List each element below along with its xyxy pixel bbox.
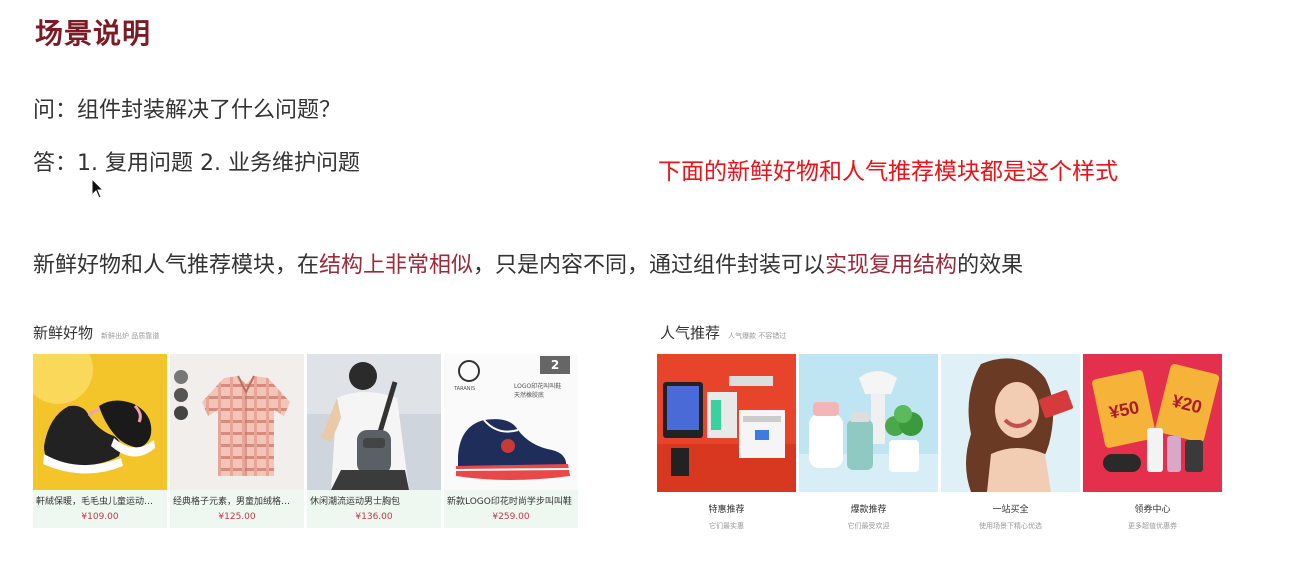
sneaker-image[interactable] bbox=[33, 354, 167, 490]
question-text: 问：组件封装解决了什么问题？ bbox=[33, 98, 342, 123]
popular-panel: 人气推荐 人气爆款 不容错过 特惠推荐 它们最实惠 爆款推荐 它们最受欢迎 一站… bbox=[657, 316, 1227, 536]
goods-price: ¥136.00 bbox=[355, 512, 393, 522]
description-text: 新鲜好物和人气推荐模块，在结构上非常相似，只是内容不同，通过组件封装可以实现复用… bbox=[33, 247, 1023, 279]
mouse-cursor-icon bbox=[91, 178, 105, 199]
shoe-badge: 2 bbox=[540, 356, 570, 374]
recommend-desc: 它们最受欢迎 bbox=[847, 522, 890, 530]
recommend-name: 领券中心 bbox=[1134, 505, 1171, 515]
recommend-card[interactable]: 一站买全 使用场景下精心优选 bbox=[941, 354, 1080, 531]
recommend-card[interactable]: 特惠推荐 它们最实惠 bbox=[657, 354, 796, 531]
goods-price: ¥109.00 bbox=[81, 512, 119, 522]
goods-name: 休闲潮流运动男士胸包 bbox=[310, 497, 401, 507]
goods-price: ¥259.00 bbox=[492, 512, 530, 522]
shoe-brand: TARANIS bbox=[454, 386, 476, 392]
recommend-name: 特惠推荐 bbox=[708, 505, 745, 515]
recommend-desc: 更多超值优惠券 bbox=[1128, 522, 1177, 530]
goods-card[interactable]: 2 TARANIS LOGO印花叫叫鞋 天然橡胶底 新款LOGO印花时尚学步叫叫… bbox=[444, 354, 578, 528]
goods-card[interactable]: 经典格子元素，男童加绒格… ¥125.00 bbox=[170, 354, 304, 528]
recommend-card[interactable]: 爆款推荐 它们最受欢迎 bbox=[799, 354, 938, 531]
toddler-shoe-image[interactable]: 2 TARANIS LOGO印花叫叫鞋 天然橡胶底 bbox=[444, 354, 578, 490]
desc-highlight-structure: 结构上非常相似 bbox=[319, 253, 474, 278]
goods-card[interactable]: 軒絨保暖，毛毛虫儿童运动… ¥109.00 bbox=[33, 354, 167, 528]
desc-part-2: ，只是内容不同，通过组件封装可以 bbox=[473, 253, 826, 278]
appliances-image[interactable] bbox=[799, 354, 938, 492]
shoe-caption: LOGO印花叫叫鞋 天然橡胶底 bbox=[514, 383, 562, 399]
desc-part-3: 的效果 bbox=[957, 253, 1024, 278]
answer-text: 答：1. 复用问题 2. 业务维护问题 bbox=[33, 151, 360, 176]
fresh-goods-title: 新鲜好物 bbox=[33, 324, 94, 342]
woman-shopping-image[interactable] bbox=[941, 354, 1080, 492]
recommend-desc: 它们最实惠 bbox=[709, 522, 744, 530]
popular-title: 人气推荐 bbox=[660, 324, 721, 342]
annotation-note: 下面的新鲜好物和人气推荐模块都是这个样式 bbox=[658, 159, 1118, 185]
recommend-card[interactable]: ¥50 ¥20 领券中心 更多超值优惠券 bbox=[1083, 354, 1222, 531]
fresh-goods-subtitle: 新鲜出炉 品质靠谱 bbox=[101, 332, 160, 340]
recommend-desc: 使用场景下精心优选 bbox=[979, 522, 1042, 530]
fresh-goods-list: 軒絨保暖，毛毛虫儿童运动… ¥109.00 经典格子元素，男童加绒格… ¥125… bbox=[33, 354, 578, 528]
fresh-goods-panel: 新鲜好物 新鲜出炉 品质靠谱 軒絨保暖，毛毛虫儿童运动… ¥109.00 经典格… bbox=[33, 316, 578, 536]
popular-subtitle: 人气爆款 不容错过 bbox=[728, 332, 787, 340]
goods-name: 新款LOGO印花时尚学步叫叫鞋 bbox=[447, 497, 572, 507]
slide-title: 场景说明 bbox=[35, 17, 152, 50]
coupon-image[interactable]: ¥50 ¥20 bbox=[1083, 354, 1222, 492]
popular-header: 人气推荐 人气爆款 不容错过 bbox=[657, 316, 1227, 354]
goods-price: ¥125.00 bbox=[218, 512, 256, 522]
goods-name: 軒絨保暖，毛毛虫儿童运动… bbox=[36, 497, 154, 507]
desc-part-1: 新鲜好物和人气推荐模块，在 bbox=[33, 253, 320, 278]
chest-bag-image[interactable] bbox=[307, 354, 441, 490]
desc-highlight-reuse: 实现复用结构 bbox=[825, 253, 958, 278]
fresh-goods-header: 新鲜好物 新鲜出炉 品质靠谱 bbox=[33, 316, 578, 354]
recommend-name: 一站买全 bbox=[992, 505, 1029, 515]
electronics-image[interactable] bbox=[657, 354, 796, 492]
recommend-name: 爆款推荐 bbox=[850, 505, 887, 515]
goods-card[interactable]: 休闲潮流运动男士胸包 ¥136.00 bbox=[307, 354, 441, 528]
popular-list: 特惠推荐 它们最实惠 爆款推荐 它们最受欢迎 一站买全 使用场景下精心优选 ¥5… bbox=[657, 354, 1227, 531]
brand-logo-icon bbox=[458, 360, 480, 382]
goods-name: 经典格子元素，男童加绒格… bbox=[173, 497, 291, 507]
plaid-jacket-image[interactable] bbox=[170, 354, 304, 490]
